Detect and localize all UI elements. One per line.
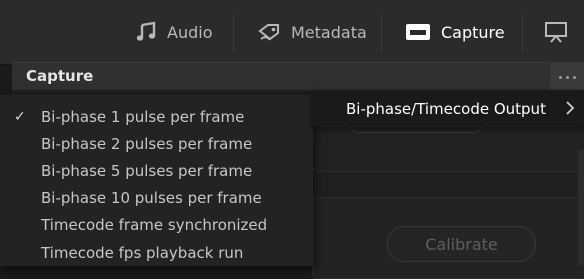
- metadata-tag-icon: [257, 21, 281, 43]
- menu-item-timecode-frame-sync[interactable]: Timecode frame synchronized: [0, 211, 313, 238]
- tab-audio-label: Audio: [167, 22, 213, 42]
- checkmark-icon: ✓: [14, 108, 26, 125]
- menu-item-label: Timecode fps playback run: [41, 243, 244, 262]
- tab-monitor[interactable]: [544, 0, 578, 64]
- menu-item-label: Bi-phase 1 pulse per frame: [41, 107, 245, 126]
- menu-item-biphase-2[interactable]: Bi-phase 2 pulses per frame: [0, 130, 313, 157]
- panel-edge: [578, 150, 584, 266]
- menu-item-label: Bi-phase 2 pulses per frame: [41, 134, 253, 153]
- tab-divider: [233, 14, 234, 52]
- menu-item-label: Timecode frame synchronized: [41, 215, 268, 234]
- more-options-icon[interactable]: [550, 63, 584, 91]
- tab-divider: [522, 14, 523, 52]
- tab-audio[interactable]: Audio: [135, 0, 212, 64]
- menu-item-biphase-5[interactable]: Bi-phase 5 pulses per frame: [0, 157, 313, 184]
- tape-deck-icon: [405, 22, 431, 42]
- menu-item-timecode-fps-run[interactable]: Timecode fps playback run: [0, 239, 313, 266]
- tab-capture[interactable]: Capture: [405, 0, 505, 64]
- biphase-dropdown-menu: ✓ Bi-phase 1 pulse per frame Bi-phase 2 …: [0, 95, 313, 266]
- tab-metadata[interactable]: Metadata: [257, 0, 367, 64]
- chevron-right-icon: [564, 98, 576, 122]
- tab-metadata-label: Metadata: [291, 22, 367, 42]
- top-tab-bar: Audio Metadata Capture: [0, 0, 584, 65]
- tab-divider: [381, 14, 382, 52]
- menu-item-label: Bi-phase 5 pulses per frame: [41, 161, 253, 180]
- submenu-label: Bi-phase/Timecode Output: [346, 99, 546, 118]
- calibrate-button[interactable]: Calibrate: [387, 226, 536, 262]
- menu-item-biphase-1[interactable]: ✓ Bi-phase 1 pulse per frame: [0, 103, 313, 130]
- monitor-icon: [544, 20, 568, 44]
- panel-title: Capture: [26, 67, 94, 85]
- submenu-biphase-timecode-output[interactable]: Bi-phase/Timecode Output: [312, 90, 584, 127]
- tab-capture-label: Capture: [441, 22, 505, 42]
- music-note-icon: [135, 21, 157, 43]
- menu-item-label: Bi-phase 10 pulses per frame: [41, 188, 262, 207]
- capture-panel-header: Capture: [12, 62, 584, 92]
- menu-item-biphase-10[interactable]: Bi-phase 10 pulses per frame: [0, 184, 313, 211]
